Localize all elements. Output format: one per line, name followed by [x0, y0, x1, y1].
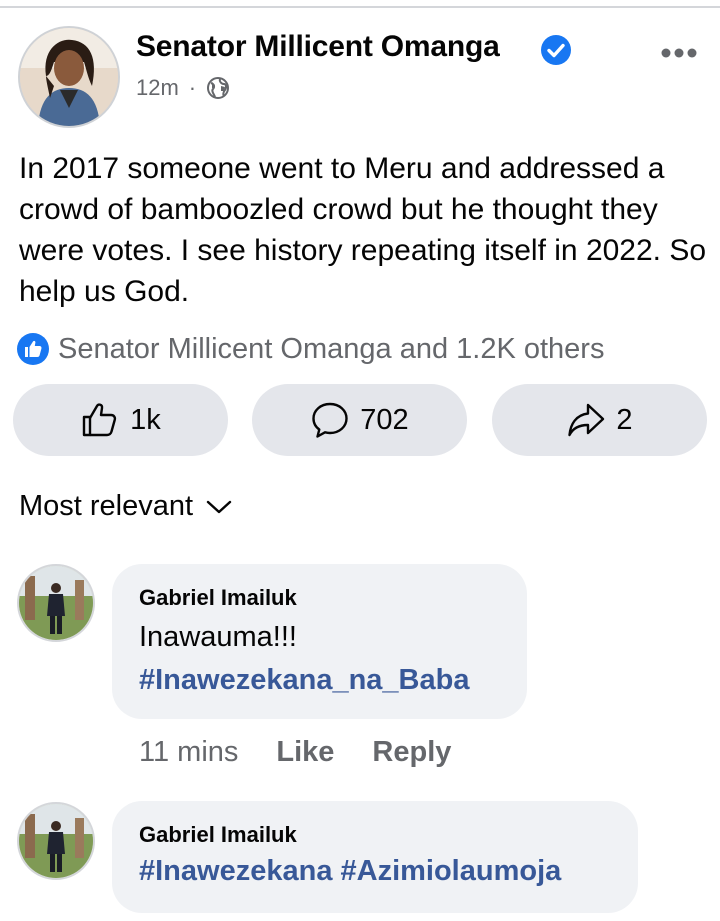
comment-hashtag[interactable]: #Inawezekana #Azimiolaumoja: [139, 855, 561, 888]
comment-text: Inawauma!!!: [139, 621, 297, 653]
comment-icon: [312, 402, 348, 438]
commenter-name[interactable]: Gabriel Imailuk: [139, 585, 297, 611]
comment-time: 11 mins: [139, 736, 239, 768]
post-time[interactable]: 12m: [136, 75, 179, 101]
comments-sort-label: Most relevant: [19, 490, 194, 522]
verified-badge-icon: [541, 35, 571, 65]
chevron-down-icon: [206, 500, 232, 513]
thumbs-up-icon: [82, 403, 117, 437]
globe-icon: [207, 77, 230, 99]
comments-sort-dropdown[interactable]: Most relevant: [19, 490, 233, 523]
commenter-avatar[interactable]: [17, 802, 95, 880]
share-icon: [568, 403, 605, 437]
comment-actions: 11 mins Like Reply: [139, 736, 451, 769]
comment-button[interactable]: 702: [252, 384, 467, 456]
more-options-icon[interactable]: [660, 46, 698, 60]
share-button[interactable]: 2: [492, 384, 707, 456]
like-button[interactable]: 1k: [13, 384, 228, 456]
comment-reply-button[interactable]: Reply: [372, 736, 451, 769]
author-avatar[interactable]: [18, 26, 120, 128]
reactions-summary-text: Senator Millicent Omanga and 1.2K others: [58, 332, 605, 365]
like-count: 1k: [130, 403, 161, 436]
top-divider: [0, 6, 720, 8]
share-count: 2: [616, 403, 633, 436]
like-reaction-icon: [17, 333, 49, 365]
post-text: In 2017 someone went to Meru and address…: [19, 152, 707, 308]
commenter-name[interactable]: Gabriel Imailuk: [139, 822, 297, 848]
comment-like-button[interactable]: Like: [276, 736, 334, 769]
comment-hashtag[interactable]: #Inawezekana_na_Baba: [139, 664, 469, 697]
commenter-avatar[interactable]: [17, 564, 95, 642]
reactions-summary[interactable]: Senator Millicent Omanga and 1.2K others: [16, 332, 604, 366]
comment-count: 702: [360, 403, 409, 436]
meta-separator: ·: [188, 75, 197, 100]
post-meta: 12m ·: [136, 75, 230, 101]
post-author-name[interactable]: Senator Millicent Omanga: [136, 30, 500, 64]
